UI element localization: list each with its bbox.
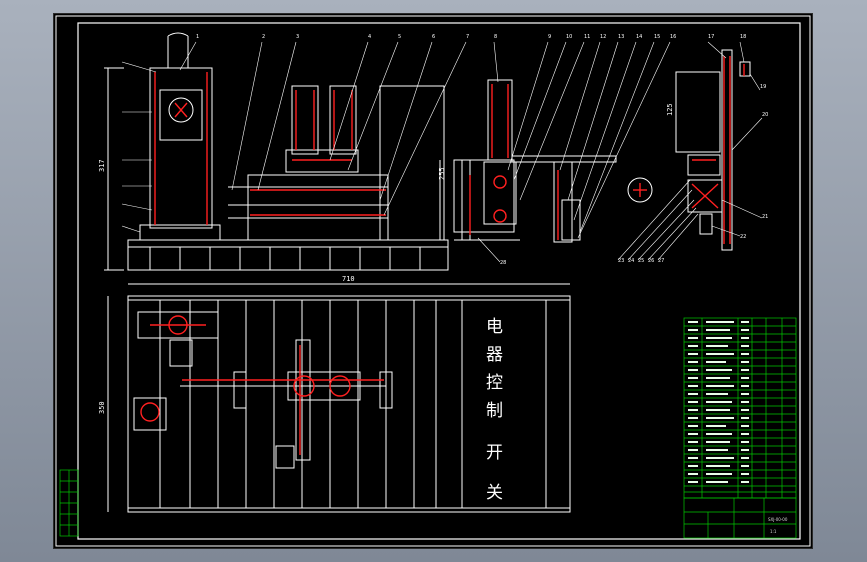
part-balloon: 22 <box>740 234 746 240</box>
part-balloon: 9 <box>548 34 551 40</box>
part-balloon: 20 <box>762 112 768 118</box>
part-balloon: 18 <box>740 34 746 40</box>
part-balloon: 23 <box>618 258 624 264</box>
part-balloon: 11 <box>584 34 590 40</box>
part-balloon: 28 <box>500 260 506 266</box>
part-balloon: 6 <box>432 34 435 40</box>
control-switch-label-char-6: 关 <box>486 483 503 503</box>
part-balloon: 27 <box>658 258 664 264</box>
part-balloon: 7 <box>466 34 469 40</box>
part-balloon: 13 <box>618 34 624 40</box>
control-switch-label-char-4: 制 <box>486 401 503 421</box>
dimension-cylinder-size: 125 <box>666 103 674 116</box>
dimension-height-side: 255 <box>438 167 446 180</box>
part-balloon: 12 <box>600 34 606 40</box>
part-balloon: 25 <box>638 258 644 264</box>
part-balloon: 10 <box>566 34 572 40</box>
title-block-scale: 1:1 <box>770 529 777 534</box>
title-block-drawing-number: SXJ-00-00 <box>768 517 788 522</box>
part-balloon: 14 <box>636 34 642 40</box>
control-switch-label-char-5: 开 <box>486 443 503 463</box>
part-balloon: 26 <box>648 258 654 264</box>
part-balloon: 5 <box>398 34 401 40</box>
part-balloon: 24 <box>628 258 634 264</box>
dimension-overall-width: 710 <box>342 275 355 283</box>
part-balloon: 1 <box>196 34 199 40</box>
part-balloon: 3 <box>296 34 299 40</box>
dimension-plan-depth: 350 <box>98 401 106 414</box>
drawing-text-layer: 317 255 710 350 125 电 器 控 制 开 关 SXJ-00-0… <box>98 34 788 534</box>
part-balloon: 8 <box>494 34 497 40</box>
part-balloon: 21 <box>762 214 768 220</box>
part-balloon: 15 <box>654 34 660 40</box>
control-switch-label-char-1: 电 <box>486 317 503 337</box>
part-balloon: 19 <box>760 84 766 90</box>
part-balloon: 4 <box>368 34 371 40</box>
part-balloon: 2 <box>262 34 265 40</box>
part-balloon: 16 <box>670 34 676 40</box>
control-switch-label-char-2: 器 <box>486 345 503 365</box>
control-switch-label-char-3: 控 <box>486 373 503 393</box>
part-balloon: 17 <box>708 34 714 40</box>
dimension-height-front: 317 <box>98 159 106 172</box>
